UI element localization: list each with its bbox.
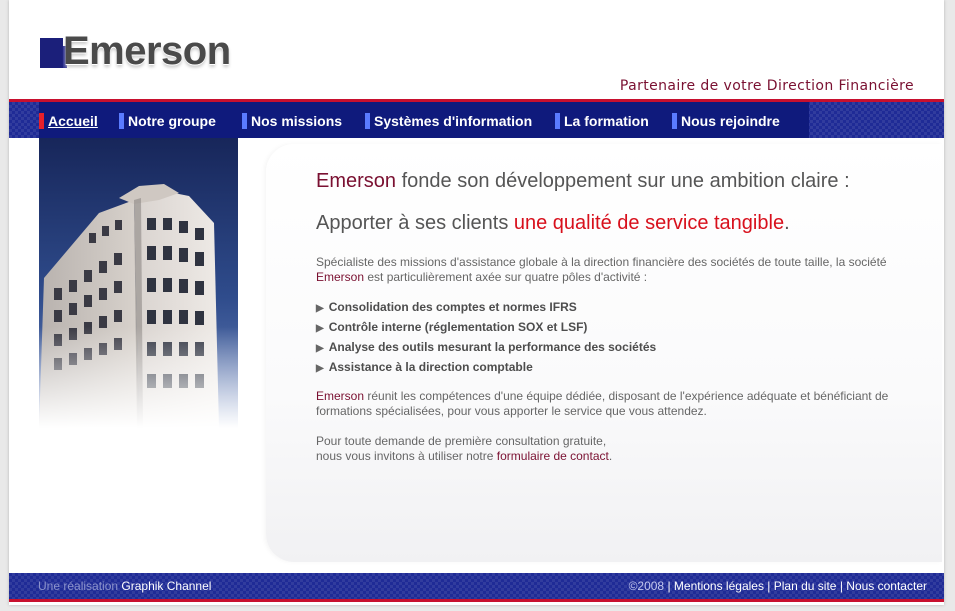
headline-end: . bbox=[784, 212, 790, 234]
nav-marker bbox=[242, 113, 247, 129]
list-item-label: Consolidation des comptes et normes IFRS bbox=[328, 300, 577, 314]
list-item: ▶ Consolidation des comptes et normes IFR… bbox=[316, 298, 656, 318]
headline-ambition: Emerson fonde son développement sur une … bbox=[316, 170, 850, 193]
footer-credit: Une réalisation Graphik Channel bbox=[38, 579, 211, 593]
brand-name: Emerson bbox=[316, 389, 365, 403]
nav-marker bbox=[672, 113, 677, 129]
nav-item-notre-groupe[interactable]: Notre groupe bbox=[119, 113, 216, 130]
headline-highlight: une qualité de service tangible bbox=[513, 212, 785, 234]
list-item: ▶ Contrôle interne (réglementation SOX et… bbox=[316, 318, 656, 338]
intro-text: Spécialiste des missions d'assistance gl… bbox=[316, 255, 887, 269]
separator: | bbox=[836, 579, 847, 593]
contact-line-2: nous vous invitons à utiliser notre form… bbox=[316, 449, 916, 464]
tagline: Partenaire de votre Direction Financière bbox=[619, 78, 914, 94]
separator: | bbox=[664, 579, 674, 593]
copyright: ©2008 bbox=[628, 579, 665, 593]
sitemap-link[interactable]: Plan du site bbox=[774, 579, 837, 593]
main-nav: Accueil Notre groupe Nos missions Systèm… bbox=[9, 99, 944, 138]
nav-item-nos-missions[interactable]: Nos missions bbox=[242, 113, 342, 130]
contact-text: nous vous invitons à utiliser notre bbox=[316, 449, 497, 463]
nav-label: Nos missions bbox=[251, 113, 343, 129]
footer-links: ©2008 | Mentions légales | Plan du site … bbox=[629, 579, 927, 593]
list-item-label: Contrôle interne (réglementation SOX et … bbox=[328, 320, 588, 334]
nav-item-formation[interactable]: La formation bbox=[555, 113, 649, 130]
arrow-right-icon: ▶ bbox=[316, 363, 324, 374]
intro-end: est particulièrement axée sur quatre pôl… bbox=[364, 270, 648, 284]
contact-end: . bbox=[608, 449, 613, 463]
arrow-right-icon: ▶ bbox=[316, 303, 324, 314]
intro-paragraph: Spécialiste des missions d'assistance gl… bbox=[316, 255, 916, 285]
logo-mark bbox=[40, 38, 63, 68]
nav-item-accueil[interactable]: Accueil bbox=[39, 113, 98, 130]
arrow-right-icon: ▶ bbox=[316, 343, 324, 354]
nav-marker bbox=[39, 113, 44, 129]
team-text: réunit les compétences d'une équipe dédi… bbox=[316, 389, 889, 418]
brand-name: Emerson bbox=[316, 270, 365, 284]
headline-text: Apporter à ses clients bbox=[316, 212, 514, 234]
brand-name: Emerson bbox=[316, 170, 397, 192]
building-illustration bbox=[39, 138, 238, 428]
arrow-right-icon: ▶ bbox=[316, 323, 324, 334]
separator: | bbox=[763, 579, 774, 593]
nav-label: Accueil bbox=[48, 113, 98, 129]
nav-label: La formation bbox=[564, 113, 649, 129]
nav-label: Nous rejoindre bbox=[681, 113, 780, 129]
legal-link[interactable]: Mentions légales bbox=[674, 579, 764, 593]
list-item-label: Assistance à la direction comptable bbox=[328, 360, 533, 374]
headline-text: fonde son développement sur une ambition… bbox=[396, 170, 850, 192]
page-container: Emerson Partenaire de votre Direction Fi… bbox=[9, 0, 944, 605]
nav-item-systemes[interactable]: Systèmes d'information bbox=[365, 113, 532, 130]
nav-marker bbox=[119, 113, 124, 129]
credit-prefix: Une réalisation bbox=[38, 579, 122, 593]
contact-form-link[interactable]: formulaire de contact bbox=[497, 449, 609, 463]
team-paragraph: Emerson réunit les compétences d'une équ… bbox=[316, 389, 916, 419]
nav-label: Notre groupe bbox=[128, 113, 216, 129]
contact-paragraph: Pour toute demande de première consultat… bbox=[316, 434, 916, 464]
nav-marker bbox=[555, 113, 560, 129]
footer: Une réalisation Graphik Channel ©2008 | … bbox=[9, 573, 944, 602]
list-item: ▶ Analyse des outils mesurant la performa… bbox=[316, 338, 656, 358]
nav-marker bbox=[365, 113, 370, 129]
list-item-label: Analyse des outils mesurant la performan… bbox=[328, 340, 657, 354]
building-image bbox=[39, 138, 238, 428]
nav-item-nous-rejoindre[interactable]: Nous rejoindre bbox=[672, 113, 780, 130]
activity-list: ▶ Consolidation des comptes et normes IFR… bbox=[316, 298, 656, 378]
logo-text: Emerson bbox=[63, 29, 231, 73]
logo[interactable]: Emerson bbox=[40, 29, 260, 73]
contact-link[interactable]: Nous contacter bbox=[846, 579, 927, 593]
nav-label: Systèmes d'information bbox=[374, 113, 533, 129]
headline-service: Apporter à ses clients une qualité de se… bbox=[316, 212, 790, 235]
contact-line-1: Pour toute demande de première consultat… bbox=[316, 434, 607, 448]
credit-link[interactable]: Graphik Channel bbox=[121, 579, 211, 593]
list-item: ▶ Assistance à la direction comptable bbox=[316, 358, 656, 378]
